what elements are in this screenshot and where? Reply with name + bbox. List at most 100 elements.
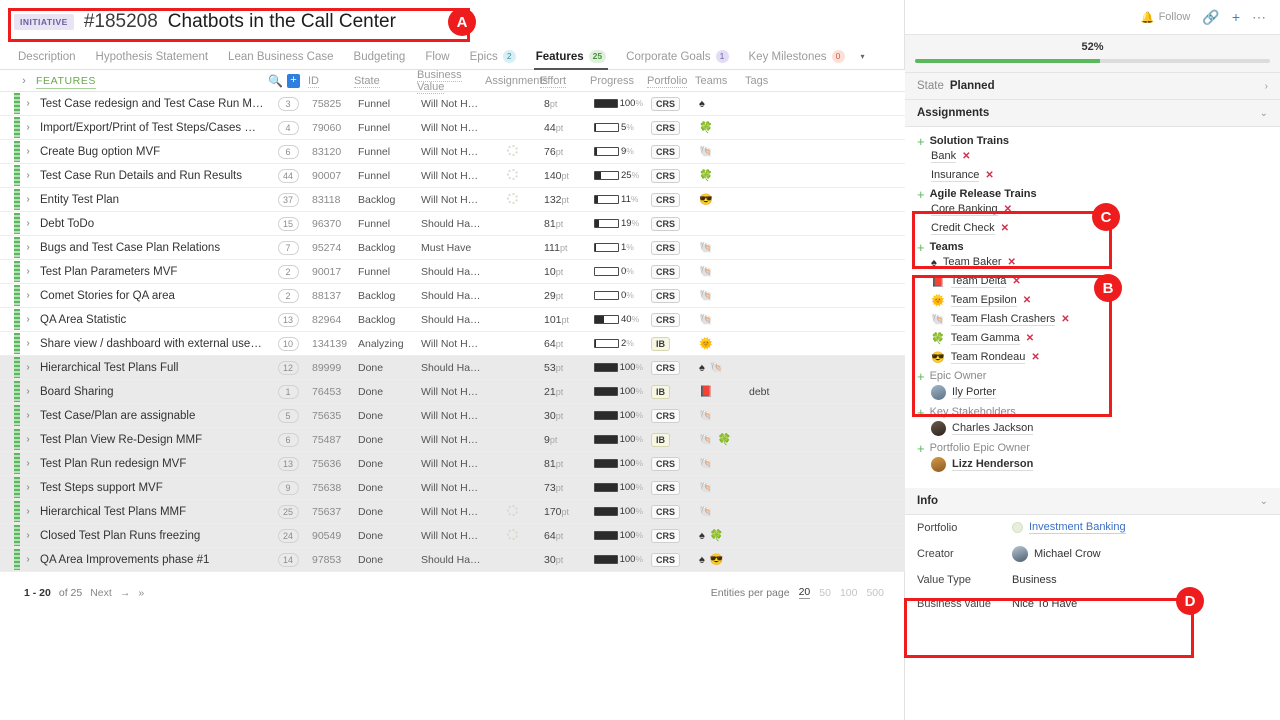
row-expand-icon[interactable]: ›: [20, 218, 36, 229]
add-icon[interactable]: +: [917, 406, 925, 419]
remove-icon[interactable]: ✕: [1061, 314, 1069, 325]
remove-icon[interactable]: ✕: [1008, 257, 1016, 268]
remove-icon[interactable]: ✕: [1001, 223, 1009, 234]
assignment-group: + Solution Trains Bank ✕ Insurance ✕: [917, 135, 1268, 185]
row-expand-icon[interactable]: ›: [20, 314, 36, 325]
row-expand-icon[interactable]: ›: [20, 458, 36, 469]
table-row[interactable]: › Test Steps support MVF 9 75638 Done Will No…: [0, 476, 905, 500]
add-icon[interactable]: +: [917, 370, 925, 383]
add-feature-button[interactable]: +: [286, 73, 300, 88]
row-expand-icon[interactable]: ›: [20, 242, 36, 253]
tab-features[interactable]: Features 25: [526, 50, 616, 70]
info-section-header[interactable]: Info ⌄: [905, 488, 1280, 515]
row-expand-icon[interactable]: ›: [20, 410, 36, 421]
table-row[interactable]: › Share view / dashboard with external us…: [0, 332, 905, 356]
portfolio-badge: CRS: [651, 456, 681, 471]
row-expand-icon[interactable]: ›: [20, 530, 36, 541]
tab-description[interactable]: Description: [8, 51, 86, 69]
per-page-100[interactable]: 100: [840, 587, 858, 599]
arrow-right-icon[interactable]: →: [120, 587, 131, 599]
search-icon[interactable]: 🔍: [268, 74, 283, 88]
team-emoji-icon: 🌞: [931, 295, 945, 307]
per-page-20[interactable]: 20: [798, 586, 811, 599]
per-page-500[interactable]: 500: [866, 587, 884, 599]
table-row[interactable]: › Create Bug option MVF 6 83120 Funnel Will N…: [0, 140, 905, 164]
table-row[interactable]: › Comet Stories for QA area 2 88137 Backlog S…: [0, 284, 905, 308]
table-row[interactable]: › Debt ToDo 15 96370 Funnel Should Have 81pt 19…: [0, 212, 905, 236]
caret-down-icon[interactable]: ▾: [855, 52, 873, 69]
tab-flow[interactable]: Flow: [415, 51, 459, 69]
remove-icon[interactable]: ✕: [1012, 276, 1020, 287]
table-row[interactable]: › Board Sharing 1 76453 Done Will Not Have 21p…: [0, 380, 905, 404]
table-row[interactable]: › Test Plan View Re-Design MMF 6 75487 Done W…: [0, 428, 905, 452]
tab-hypothesis-statement[interactable]: Hypothesis Statement: [86, 51, 219, 69]
per-page-50[interactable]: 50: [819, 587, 831, 599]
row-expand-icon[interactable]: ›: [20, 194, 36, 205]
table-row[interactable]: › Test Case Run Details and Run Results 44…: [0, 164, 905, 188]
chevron-right-icon[interactable]: ›: [1265, 81, 1268, 92]
row-teams: 🐚: [699, 458, 714, 470]
add-icon[interactable]: +: [917, 188, 925, 201]
tab-key-milestones[interactable]: Key Milestones 0: [739, 50, 855, 69]
progress-label: 9%: [621, 146, 634, 157]
row-expand-icon[interactable]: ›: [20, 170, 36, 181]
add-icon[interactable]: +: [917, 442, 925, 455]
row-expand-icon[interactable]: ›: [20, 554, 36, 565]
info-key: Business value: [917, 598, 991, 610]
row-expand-icon[interactable]: ›: [20, 482, 36, 493]
row-expand-icon[interactable]: ›: [20, 386, 36, 397]
table-row[interactable]: › Hierarchical Test Plans MMF 25 75637 Done W…: [0, 500, 905, 524]
remove-icon[interactable]: ✕: [1004, 204, 1012, 215]
add-icon[interactable]: +: [917, 135, 925, 148]
info-value-link[interactable]: Investment Banking: [1029, 521, 1126, 534]
expand-all-icon[interactable]: ›: [16, 75, 32, 87]
table-row[interactable]: › Hierarchical Test Plans Full 12 89999 Done…: [0, 356, 905, 380]
state-section-header[interactable]: State Planned ›: [905, 73, 1280, 100]
next-page-button[interactable]: Next: [90, 587, 112, 599]
row-expand-icon[interactable]: ›: [20, 146, 36, 157]
row-expand-icon[interactable]: ›: [20, 338, 36, 349]
remove-icon[interactable]: ✕: [1023, 295, 1031, 306]
remove-icon[interactable]: ✕: [962, 151, 970, 162]
row-expand-icon[interactable]: ›: [20, 362, 36, 373]
chevron-down-icon[interactable]: ⌄: [1260, 496, 1268, 507]
tab-corporate-goals[interactable]: Corporate Goals 1: [616, 50, 738, 69]
row-expand-icon[interactable]: ›: [20, 266, 36, 277]
row-rank: 13: [268, 456, 308, 471]
row-expand-icon[interactable]: ›: [20, 290, 36, 301]
row-expand-icon[interactable]: ›: [20, 506, 36, 517]
row-id: 82964: [312, 313, 342, 326]
table-row[interactable]: › Entity Test Plan 37 83118 Backlog Will Not …: [0, 188, 905, 212]
table-row[interactable]: › Import/Export/Print of Test Steps/Cases…: [0, 116, 905, 140]
follow-button[interactable]: 🔔 Follow: [1141, 11, 1191, 24]
table-row[interactable]: › Test Case/Plan are assignable 5 75635 Done…: [0, 404, 905, 428]
table-row[interactable]: › Test Case redesign and Test Case Run MM…: [0, 92, 905, 116]
remove-icon[interactable]: ✕: [1026, 333, 1034, 344]
chevron-down-icon[interactable]: ⌄: [1260, 108, 1268, 119]
entity-type-badge: INITIATIVE: [14, 14, 74, 30]
ellipsis-icon[interactable]: ⋯: [1252, 9, 1266, 26]
plus-icon[interactable]: +: [1232, 9, 1240, 25]
link-icon[interactable]: 🔗: [1202, 9, 1219, 26]
portfolio-badge: CRS: [651, 288, 681, 303]
add-icon[interactable]: +: [917, 241, 925, 254]
table-row[interactable]: › QA Area Improvements phase #1 14 97853 Don…: [0, 548, 905, 572]
table-row[interactable]: › Closed Test Plan Runs freezing 24 90549 Do…: [0, 524, 905, 548]
tab-budgeting[interactable]: Budgeting: [344, 51, 416, 69]
remove-icon[interactable]: ✕: [985, 170, 993, 181]
row-expand-icon[interactable]: ›: [20, 122, 36, 133]
assignments-section-header[interactable]: Assignments ⌄: [905, 100, 1280, 127]
remove-icon[interactable]: ✕: [1031, 352, 1039, 363]
row-expand-icon[interactable]: ›: [20, 98, 36, 109]
tab-epics[interactable]: Epics 2: [460, 50, 526, 69]
table-row[interactable]: › QA Area Statistic 13 82964 Backlog Should H…: [0, 308, 905, 332]
team-emoji-icon: 😎: [931, 352, 945, 364]
table-row[interactable]: › Test Plan Parameters MVF 2 90017 Funnel Sho…: [0, 260, 905, 284]
assignment-group-label: Solution Trains: [929, 135, 1010, 147]
tab-lean-business-case[interactable]: Lean Business Case: [218, 51, 343, 69]
row-teams: ♠: [699, 97, 706, 110]
row-expand-icon[interactable]: ›: [20, 434, 36, 445]
table-row[interactable]: › Test Plan Run redesign MVF 13 75636 Done Wi…: [0, 452, 905, 476]
table-row[interactable]: › Bugs and Test Case Plan Relations 7 95274…: [0, 236, 905, 260]
double-arrow-right-icon[interactable]: »: [138, 587, 144, 599]
